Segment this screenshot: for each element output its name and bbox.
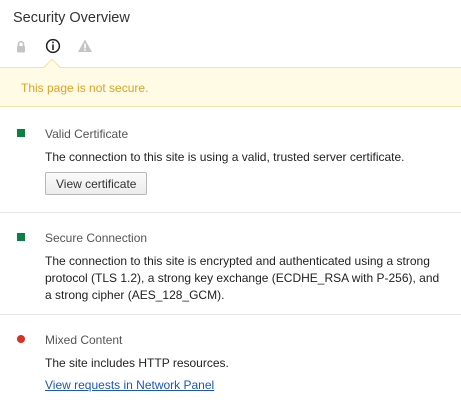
status-insecure-icon — [17, 335, 25, 343]
panel-title: Security Overview — [13, 10, 130, 26]
mixed-content-heading: Mixed Content — [45, 333, 123, 347]
mixed-content-section: Mixed Content The site includes HTTP res… — [0, 315, 461, 406]
connection-section: Secure Connection The connection to this… — [0, 213, 461, 315]
certificate-heading: Valid Certificate — [45, 127, 129, 141]
warning-icon[interactable] — [77, 38, 93, 54]
status-secure-icon — [17, 129, 25, 137]
certificate-description: The connection to this site is using a v… — [45, 150, 405, 164]
security-summary-banner: This page is not secure. — [0, 58, 461, 107]
connection-description: The connection to this site is encrypted… — [45, 254, 440, 302]
status-secure-icon — [17, 233, 25, 241]
security-tabs — [0, 36, 461, 68]
certificate-section: Valid Certificate The connection to this… — [0, 108, 461, 213]
lock-icon[interactable] — [15, 40, 27, 54]
view-certificate-button[interactable]: View certificate — [45, 172, 148, 195]
mixed-content-description: The site includes HTTP resources. — [45, 356, 229, 370]
info-icon[interactable] — [45, 38, 61, 54]
connection-heading: Secure Connection — [45, 231, 148, 245]
security-summary-text: This page is not secure. — [21, 81, 149, 95]
view-network-requests-link[interactable]: View requests in Network Panel — [45, 378, 214, 392]
